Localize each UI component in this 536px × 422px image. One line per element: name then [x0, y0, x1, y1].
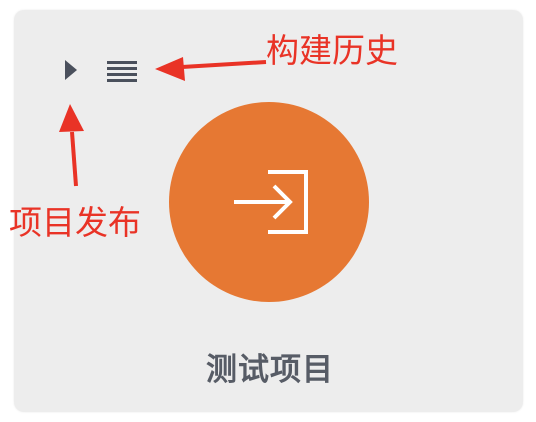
- list-menu-icon: [107, 61, 137, 82]
- project-release-button[interactable]: [60, 56, 82, 84]
- play-triangle-icon: [65, 60, 77, 80]
- build-history-button[interactable]: [100, 54, 142, 86]
- project-name: 测试项目: [206, 352, 334, 388]
- build-history-annotation: 构建历史: [266, 31, 398, 70]
- screenshot-stage: 测试项目 构建历史 项目发布: [0, 0, 536, 422]
- sign-in-icon: [234, 170, 308, 234]
- project-release-annotation: 项目发布: [9, 203, 141, 242]
- enter-project-button[interactable]: [169, 102, 369, 302]
